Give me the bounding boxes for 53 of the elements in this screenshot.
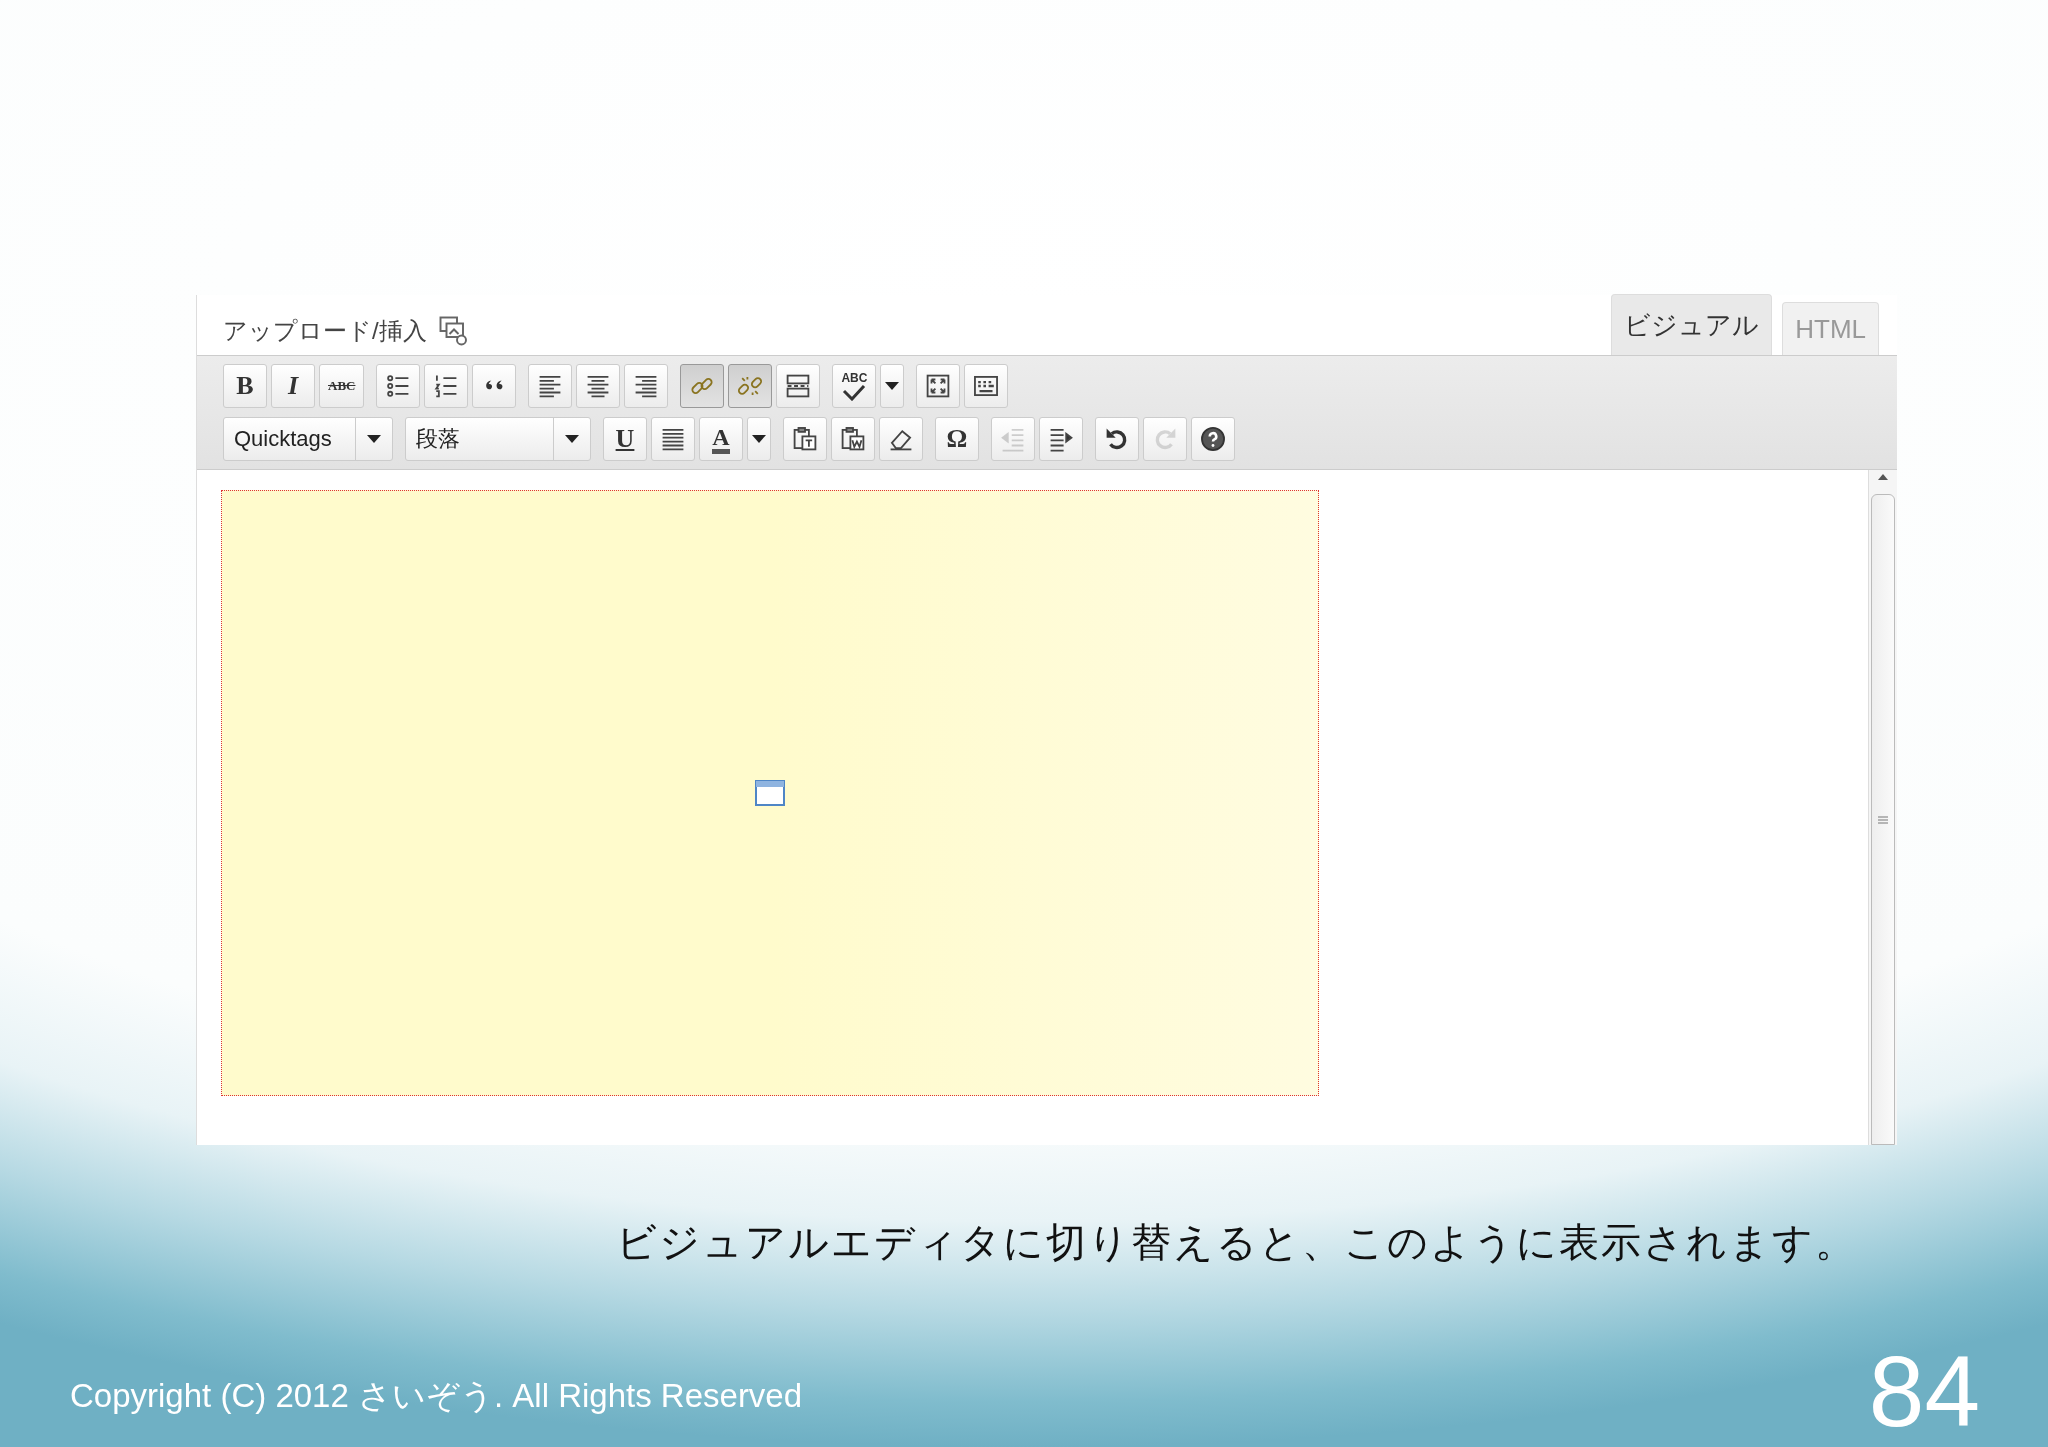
toolbar-button[interactable] xyxy=(916,364,961,408)
page-break-icon xyxy=(785,373,812,399)
fullscreen-icon xyxy=(925,373,952,399)
page-number: 84 xyxy=(1868,1341,1980,1441)
editor-tab[interactable]: ビジュアル xyxy=(1611,294,1773,355)
caret-icon xyxy=(565,435,579,443)
caret-icon xyxy=(752,435,766,443)
toolbar-button[interactable]: A xyxy=(699,417,743,461)
caret-icon xyxy=(885,382,900,390)
select-value: 段落 xyxy=(416,425,460,453)
help-icon xyxy=(1200,426,1226,452)
keyboard-icon xyxy=(973,373,1000,399)
toolbar-button[interactable]: Ω xyxy=(935,417,979,461)
copyright-text: Copyright (C) 2012 さいぞう. All Rights Reserved xyxy=(70,1376,803,1416)
toolbar-button[interactable] xyxy=(651,417,695,461)
toolbar-button[interactable] xyxy=(528,364,573,408)
toolbar-button[interactable] xyxy=(472,364,517,408)
toolbar-button[interactable] xyxy=(831,417,875,461)
dropdown-button[interactable] xyxy=(747,417,771,461)
toolbar-button[interactable] xyxy=(964,364,1009,408)
caption-text: ビジュアルエディタに切り替えると、このように表示されます。 xyxy=(616,1219,1858,1266)
media-icon[interactable] xyxy=(438,316,469,346)
toolbar-button[interactable] xyxy=(776,364,821,408)
dropdown-select[interactable]: 段落 xyxy=(405,417,591,461)
toolbar-button[interactable] xyxy=(376,364,421,408)
toolbar-button[interactable]: ABC xyxy=(319,364,365,408)
indent-icon xyxy=(1048,426,1074,452)
scrollbar[interactable] xyxy=(1868,470,1897,1145)
toolbar-button[interactable]: ABC xyxy=(832,364,877,408)
toolbar-button[interactable]: U xyxy=(603,417,647,461)
grip-icon xyxy=(1877,813,1889,826)
toolbar-button[interactable] xyxy=(879,417,923,461)
toolbar-button[interactable] xyxy=(1095,417,1139,461)
clipboard-icon xyxy=(840,426,866,452)
clipboard-icon xyxy=(792,426,818,452)
toolbar-button[interactable] xyxy=(1039,417,1083,461)
toolbar-button[interactable]: B xyxy=(223,364,267,408)
toolbar-button[interactable] xyxy=(783,417,827,461)
window-icon xyxy=(755,780,785,806)
dropdown-select[interactable]: Quicktags xyxy=(223,417,393,461)
caret-icon xyxy=(367,435,381,443)
upload-insert-label: アップロード/挿入 xyxy=(223,316,427,346)
outdent-icon xyxy=(1000,426,1026,452)
toolbar-button[interactable] xyxy=(576,364,621,408)
toolbar-button[interactable] xyxy=(1191,417,1235,461)
abc-label: ABC xyxy=(841,371,868,385)
select-value: Quicktags xyxy=(234,426,332,452)
check-icon xyxy=(842,385,867,401)
justify-icon xyxy=(660,426,686,452)
toolbar-button[interactable] xyxy=(424,364,469,408)
toolbar-button[interactable] xyxy=(624,364,669,408)
dropdown-button[interactable] xyxy=(880,364,905,408)
toolbar-button[interactable]: I xyxy=(271,364,315,408)
